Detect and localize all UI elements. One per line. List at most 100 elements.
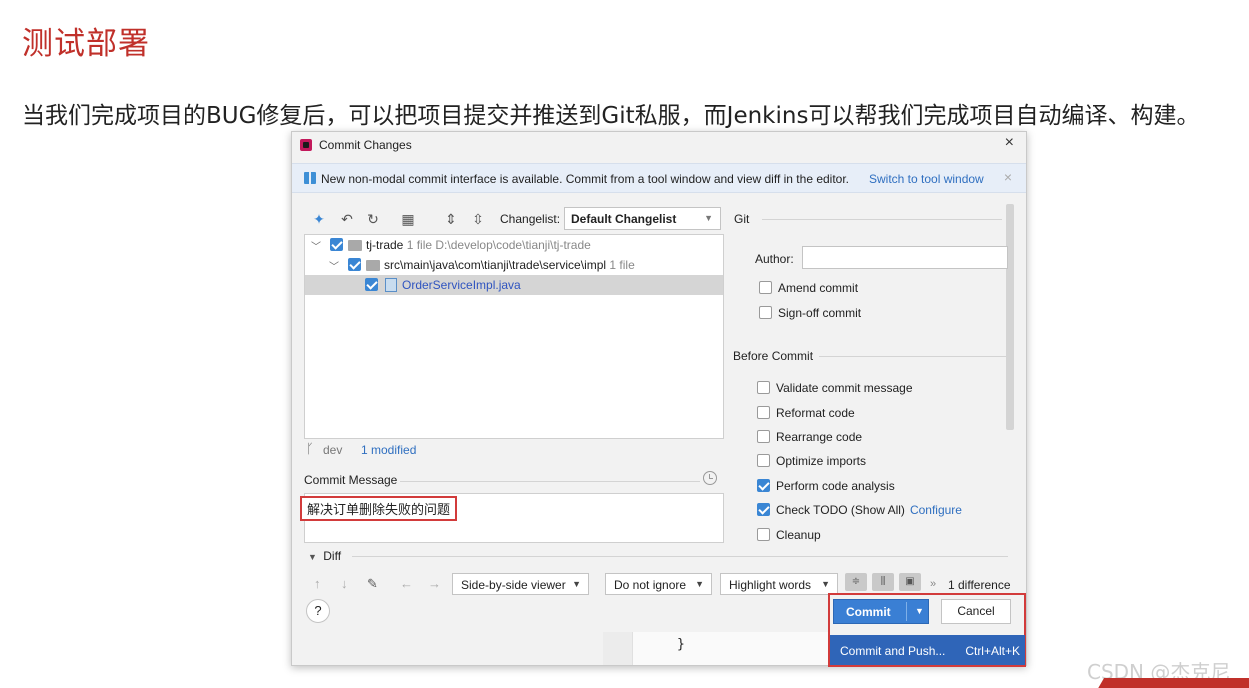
corner-ribbon (1095, 678, 1249, 688)
branch-name[interactable]: dev (323, 443, 342, 457)
commit-button-label: Commit (846, 605, 891, 619)
help-button[interactable]: ? (306, 599, 330, 623)
chevron-down-icon: ▼ (821, 579, 830, 589)
optimize-imports-checkbox[interactable] (757, 454, 770, 467)
reformat-code-checkbox[interactable] (757, 406, 770, 419)
difference-count: 1 difference (948, 578, 1011, 592)
commit-changes-dialog: Commit Changes × New non-modal commit in… (291, 131, 1027, 667)
amend-commit-checkbox[interactable] (759, 281, 772, 294)
chevron-down-icon: ▼ (704, 213, 713, 223)
options-scrollbar[interactable] (1006, 204, 1014, 430)
cleanup-label: Cleanup (776, 528, 821, 542)
code-brace: } (677, 637, 685, 652)
validate-message-checkbox[interactable] (757, 381, 770, 394)
viewer-select[interactable]: Side-by-side viewer ▼ (452, 573, 589, 595)
module-checkbox[interactable] (330, 238, 343, 251)
file-name: OrderServiceImpl.java (402, 278, 521, 292)
chevron-down-icon[interactable]: ﹀ (329, 258, 339, 273)
diff-section-toggle[interactable]: ▼ Diff (308, 549, 341, 563)
notification-banner: New non-modal commit interface is availa… (292, 163, 1026, 193)
module-info: 1 file D:\develop\code\tianji\tj-trade (406, 238, 591, 252)
before-commit-label: Before Commit (733, 349, 814, 363)
file-checkbox[interactable] (365, 278, 378, 291)
sync-scroll-icon[interactable]: ⫼ (872, 573, 894, 591)
refresh-icon[interactable]: ↻ (364, 211, 382, 228)
amend-commit-label: Amend commit (778, 281, 859, 295)
dialog-title: Commit Changes (319, 138, 412, 152)
tree-row-file[interactable]: OrderServiceImpl.java (305, 275, 723, 295)
commit-sparkle-icon[interactable]: ✦ (310, 211, 328, 228)
rollback-icon[interactable]: ↶ (338, 211, 356, 228)
divider (819, 356, 1009, 357)
commit-and-push-label: Commit and Push... (840, 644, 946, 658)
validate-message-label: Validate commit message (776, 381, 913, 395)
viewer-value: Side-by-side viewer (461, 578, 566, 592)
expand-all-icon[interactable]: ⇕ (442, 211, 460, 228)
divider (352, 556, 1008, 557)
commit-message-text[interactable]: 解决订单删除失败的问题 (300, 496, 458, 521)
tree-row-package[interactable]: ﹀ src\main\java\com\tianji\trade\service… (305, 255, 723, 275)
ignore-value: Do not ignore (614, 578, 687, 592)
collapse-unchanged-icon[interactable]: ≑ (845, 573, 867, 591)
switch-to-tool-window-link[interactable]: Switch to tool window (869, 172, 984, 186)
group-by-icon[interactable]: ▦ (399, 211, 417, 228)
author-label: Author: (755, 252, 794, 266)
check-todo-label: Check TODO (Show All) (776, 503, 905, 517)
collapse-all-icon[interactable]: ⇳ (469, 211, 487, 228)
commit-and-push-shortcut: Ctrl+Alt+K (965, 644, 1020, 658)
branch-icon: ᚴ (306, 441, 314, 456)
reformat-code-label: Reformat code (776, 406, 855, 420)
commit-and-push-menu-item[interactable]: Commit and Push... Ctrl+Alt+K (830, 635, 1025, 665)
arrow-up-icon[interactable]: ↑ (314, 576, 321, 591)
chevron-down-icon: ▼ (308, 552, 317, 562)
chevron-down-icon: ▼ (695, 579, 704, 589)
package-info: 1 file (609, 258, 635, 272)
intellij-app-icon (300, 139, 312, 151)
diff-gutter (603, 632, 632, 665)
divider (400, 481, 700, 482)
author-input[interactable] (802, 246, 1008, 269)
package-checkbox[interactable] (348, 258, 361, 271)
arrow-left-icon[interactable]: ← (400, 576, 413, 591)
more-chevrons-icon[interactable]: » (930, 578, 936, 590)
package-path: src\main\java\com\tianji\trade\service\i… (384, 258, 607, 272)
diff-label: Diff (323, 549, 342, 563)
gift-icon (304, 172, 316, 184)
rearrange-code-checkbox[interactable] (757, 430, 770, 443)
chevron-down-icon: ▼ (572, 579, 581, 589)
divider (762, 219, 1002, 220)
commit-message-label: Commit Message (304, 473, 398, 487)
diff-code-area (632, 632, 828, 665)
signoff-commit-label: Sign-off commit (778, 306, 862, 320)
chevron-down-icon[interactable]: ﹀ (311, 238, 321, 253)
changelist-select[interactable]: Default Changelist ▼ (564, 207, 721, 230)
ignore-select[interactable]: Do not ignore ▼ (605, 573, 712, 595)
slide-title: 测试部署 (22, 26, 150, 62)
configure-link[interactable]: Configure (910, 503, 962, 517)
signoff-commit-checkbox[interactable] (759, 306, 772, 319)
git-section-label: Git (734, 212, 750, 226)
folder-icon (348, 240, 362, 251)
highlight-value: Highlight words (729, 578, 812, 592)
changes-tree: ﹀ tj-trade 1 file D:\develop\code\tianji… (304, 234, 724, 439)
edit-pencil-icon[interactable]: ✎ (367, 576, 378, 592)
code-analysis-label: Perform code analysis (776, 479, 895, 493)
check-todo-checkbox[interactable] (757, 503, 770, 516)
code-analysis-checkbox[interactable] (757, 479, 770, 492)
highlight-select[interactable]: Highlight words ▼ (720, 573, 838, 595)
arrow-down-icon[interactable]: ↓ (341, 576, 348, 591)
commit-button[interactable]: Commit ▼ (833, 599, 929, 624)
banner-text: New non-modal commit interface is availa… (321, 172, 850, 186)
arrow-right-icon[interactable]: → (428, 576, 441, 591)
lock-icon[interactable]: ▣ (899, 573, 921, 591)
close-icon[interactable]: × (1005, 134, 1014, 152)
modified-count-link[interactable]: 1 modified (361, 443, 416, 457)
folder-icon (366, 260, 380, 271)
banner-close-icon[interactable]: × (1004, 169, 1012, 185)
cleanup-checkbox[interactable] (757, 528, 770, 541)
cancel-button[interactable]: Cancel (941, 599, 1011, 624)
history-clock-icon[interactable] (703, 471, 717, 485)
java-file-icon (385, 278, 397, 292)
tree-row-module[interactable]: ﹀ tj-trade 1 file D:\develop\code\tianji… (305, 235, 723, 255)
chevron-down-icon[interactable]: ▼ (915, 606, 924, 616)
